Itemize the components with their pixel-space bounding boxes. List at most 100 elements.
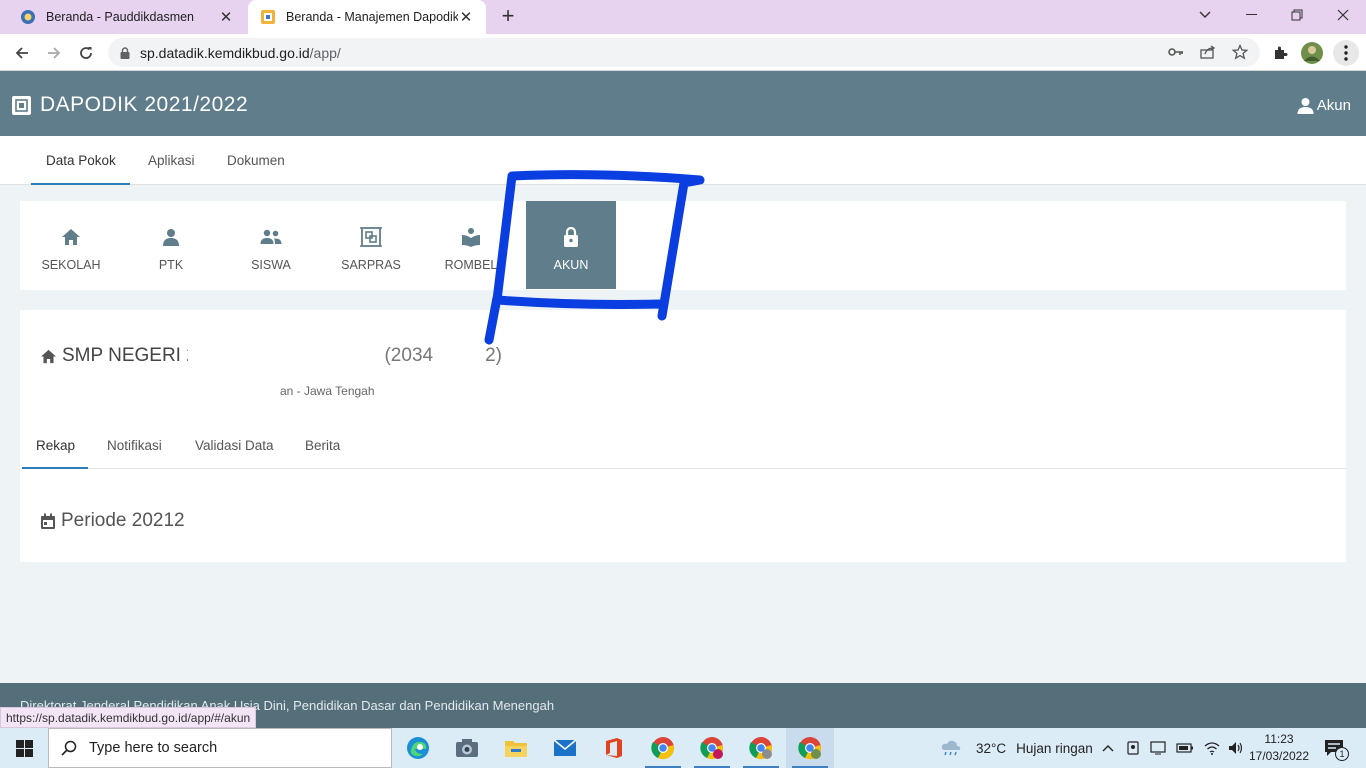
school-location: an - Jawa Tengah <box>34 384 375 398</box>
active-tab-indicator <box>22 467 88 469</box>
active-nav-indicator <box>31 183 130 185</box>
tab-rekap[interactable]: Rekap <box>36 438 75 453</box>
address-bar[interactable]: sp.datadik.kemdikbud.go.id/app/ <box>108 38 1260 67</box>
school-npsn-end: 2) <box>485 345 502 366</box>
school-panel: SMP NEGERI 2 Satu Atap (2034 2) an - Jaw… <box>20 310 1346 562</box>
building-frame-icon <box>360 224 382 250</box>
tab-notifikasi[interactable]: Notifikasi <box>107 438 162 453</box>
user-icon <box>1297 97 1314 114</box>
detail-tabs: Rekap Notifikasi Validasi Data Berita <box>20 428 1346 469</box>
home-icon <box>61 224 81 250</box>
battery-icon[interactable] <box>1176 743 1194 753</box>
nav-aplikasi[interactable]: Aplikasi <box>148 153 195 168</box>
tab-search-chevron-icon[interactable] <box>1182 0 1228 30</box>
dapodik-logo-icon <box>12 95 31 115</box>
browser-tab-pauddikdasmen[interactable]: Beranda - Pauddikdasmen ✕ <box>8 0 246 34</box>
app-brand[interactable]: DAPODIK 2021/2022 <box>12 93 248 117</box>
browser-tab-strip: Beranda - Pauddikdasmen ✕ Beranda - Mana… <box>0 0 1366 34</box>
close-window-icon[interactable] <box>1320 0 1366 30</box>
account-menu[interactable]: Akun <box>1297 97 1351 114</box>
dapodik-favicon-icon <box>260 9 276 25</box>
nav-dokumen[interactable]: Dokumen <box>227 153 285 168</box>
url-host: sp.datadik.kemdikbud.go.id <box>140 44 310 61</box>
system-tray-icons <box>1102 728 1244 768</box>
module-akun[interactable]: AKUN <box>526 201 616 289</box>
app-title: DAPODIK 2021/2022 <box>40 93 249 116</box>
key-icon[interactable] <box>1165 41 1187 63</box>
module-ptk[interactable]: PTK <box>126 201 216 289</box>
close-tab-icon[interactable]: ✕ <box>218 8 234 26</box>
module-siswa[interactable]: SISWA <box>226 201 316 289</box>
bookmark-star-icon[interactable] <box>1229 41 1251 63</box>
periode-heading: Periode 20212 <box>40 510 185 532</box>
office-app-icon[interactable] <box>590 728 638 768</box>
redaction-mask <box>188 340 378 374</box>
chrome-profile-icon[interactable] <box>737 728 785 768</box>
taskbar-search-box[interactable]: Type here to search <box>48 728 392 768</box>
module-sarpras[interactable]: SARPRAS <box>326 201 416 289</box>
tab-title: Beranda - Pauddikdasmen <box>46 10 195 24</box>
calendar-icon <box>40 513 56 530</box>
module-label: SARPRAS <box>341 258 401 272</box>
mail-app-icon[interactable] <box>541 728 589 768</box>
weather-temp: 32°C <box>976 740 1007 756</box>
extensions-puzzle-icon[interactable] <box>1269 42 1291 64</box>
module-label: AKUN <box>553 258 589 272</box>
reader-icon <box>461 224 481 250</box>
windows-start-icon[interactable] <box>0 728 48 768</box>
browser-toolbar: sp.datadik.kemdikbud.go.id/app/ <box>0 34 1366 71</box>
restore-icon[interactable] <box>1274 0 1320 30</box>
periode-text: Periode 20212 <box>61 510 185 531</box>
windows-taskbar: Type here to search 32°C Hujan ringan 11… <box>0 728 1366 768</box>
chrome-icon[interactable] <box>639 728 687 768</box>
search-placeholder: Type here to search <box>89 740 218 756</box>
wifi-icon[interactable] <box>1204 741 1220 755</box>
chrome-profile-icon[interactable] <box>688 728 736 768</box>
share-icon[interactable] <box>1197 41 1219 63</box>
new-tab-button[interactable]: + <box>496 5 520 29</box>
module-rombel[interactable]: ROMBEL <box>426 201 516 289</box>
meet-now-icon[interactable] <box>1126 741 1140 755</box>
chevron-up-icon[interactable] <box>1102 744 1114 752</box>
rain-cloud-icon <box>940 739 962 757</box>
search-icon <box>61 740 77 756</box>
module-bar: SEKOLAH PTK SISWA SARPRAS ROMBEL AKUN <box>20 201 1346 290</box>
chrome-profile-icon[interactable] <box>786 728 834 768</box>
weather-widget[interactable]: 32°C Hujan ringan <box>940 728 1093 768</box>
person-icon <box>162 224 180 250</box>
browser-menu-kebab-icon[interactable] <box>1333 40 1359 66</box>
tab-title: Beranda - Manajemen Dapodik <box>286 10 458 24</box>
volume-icon[interactable] <box>1228 741 1244 755</box>
kemdikbud-favicon-icon <box>20 9 36 25</box>
home-icon <box>40 349 57 364</box>
tab-berita[interactable]: Berita <box>305 438 340 453</box>
clock-time: 11:23 <box>1264 732 1294 746</box>
tab-validasi-data[interactable]: Validasi Data <box>195 438 274 453</box>
lock-icon <box>563 224 579 250</box>
weather-desc: Hujan ringan <box>1016 740 1093 756</box>
clock-date: 17/03/2022 <box>1248 749 1310 763</box>
school-npsn-partial: (2034 <box>384 345 434 366</box>
notification-badge: 1 <box>1335 747 1349 761</box>
forward-arrow-icon[interactable] <box>41 40 67 66</box>
account-label: Akun <box>1316 97 1351 114</box>
edge-browser-icon[interactable] <box>394 728 442 768</box>
back-arrow-icon[interactable] <box>9 40 35 66</box>
notification-center-icon[interactable]: 1 <box>1324 728 1349 768</box>
file-explorer-icon[interactable] <box>492 728 540 768</box>
reload-icon[interactable] <box>73 40 99 66</box>
profile-avatar[interactable] <box>1301 42 1323 64</box>
url-path: /app/ <box>309 44 341 61</box>
minimize-icon[interactable] <box>1228 0 1274 30</box>
display-icon[interactable] <box>1150 741 1166 755</box>
lock-icon <box>120 46 130 59</box>
taskbar-clock[interactable]: 11:23 17/03/2022 <box>1244 731 1314 765</box>
camera-app-icon[interactable] <box>443 728 491 768</box>
school-location-text: an - Jawa Tengah <box>280 384 375 398</box>
nav-data-pokok[interactable]: Data Pokok <box>46 153 116 168</box>
link-status-bubble: https://sp.datadik.kemdikbud.go.id/app/#… <box>0 707 257 728</box>
module-label: ROMBEL <box>444 258 498 272</box>
close-tab-icon[interactable]: ✕ <box>458 8 474 26</box>
module-sekolah[interactable]: SEKOLAH <box>26 201 116 289</box>
browser-tab-dapodik[interactable]: Beranda - Manajemen Dapodik ✕ <box>248 0 486 34</box>
